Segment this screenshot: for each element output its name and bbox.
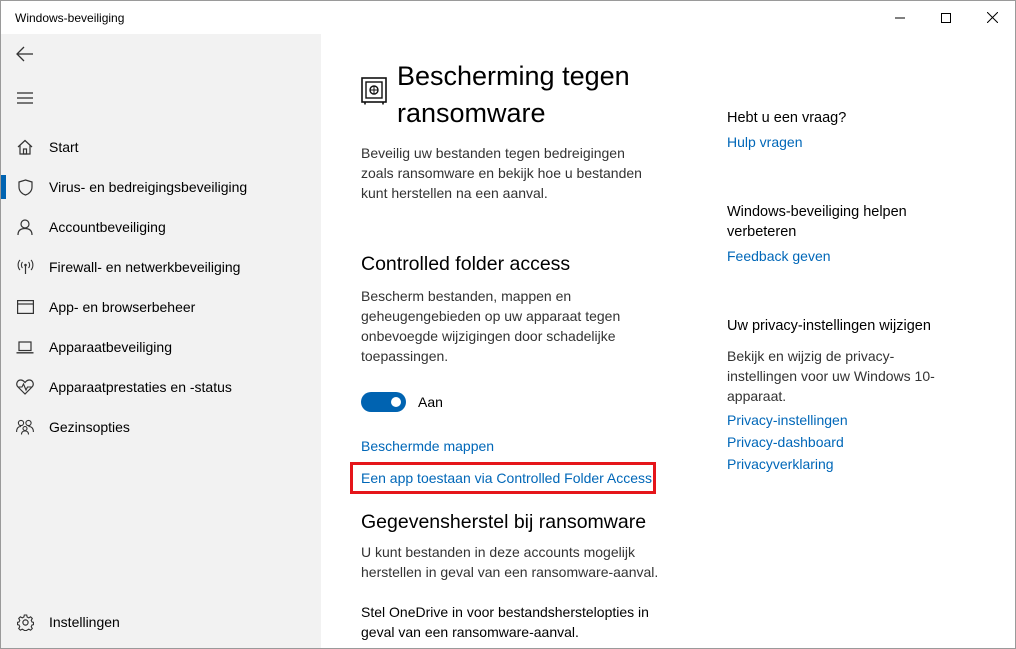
main-content: Bescherming tegen ransomware Beveilig uw… — [321, 34, 1015, 648]
feedback-heading-line: verbeteren — [727, 224, 797, 240]
recovery-description: U kunt bestanden in deze accounts mogeli… — [361, 542, 701, 582]
sidebar-item-device-performance[interactable]: Apparaatprestaties en -status — [1, 367, 321, 407]
sidebar-item-app-browser[interactable]: App- en browserbeheer — [1, 287, 321, 327]
sidebar-item-settings[interactable]: Instellingen — [1, 602, 321, 642]
maximize-button[interactable] — [923, 1, 969, 34]
page-title-line: Bescherming tegen — [397, 61, 630, 91]
laptop-icon — [1, 327, 49, 367]
privacy-section: Uw privacy-instellingen wijzigen Bekijk … — [727, 316, 987, 472]
privacy-settings-link[interactable]: Privacy-instellingen — [727, 412, 987, 428]
window-title: Windows-beveiliging — [15, 11, 125, 25]
person-icon — [1, 207, 49, 247]
minimize-icon — [895, 17, 905, 18]
intro-line: zoals ransomware en bekijk hoe u bestand… — [361, 165, 642, 181]
family-icon — [1, 407, 49, 447]
hamburger-icon — [17, 92, 33, 104]
maximize-icon — [941, 12, 951, 23]
sidebar-item-label: Accountbeveiliging — [49, 219, 166, 235]
menu-button[interactable] — [1, 78, 49, 118]
recovery-desc-line: U kunt bestanden in deze accounts mogeli… — [361, 544, 635, 560]
shield-icon — [1, 167, 49, 207]
sidebar: Start Virus- en bedreigingsbeveiliging A… — [1, 34, 321, 648]
app-window: Windows-beveiliging Start Virus- en bedr… — [0, 0, 1016, 649]
privacy-text-line: Bekijk en wijzig de privacy- — [727, 348, 895, 364]
sidebar-item-label: Instellingen — [49, 614, 120, 630]
gear-icon — [1, 602, 49, 642]
recovery-desc-line: herstellen in geval van een ransomware-a… — [361, 564, 659, 580]
antenna-icon — [1, 247, 49, 287]
privacy-text-line: apparaat. — [727, 388, 787, 404]
close-button[interactable] — [969, 1, 1015, 34]
cfa-heading: Controlled folder access — [361, 253, 571, 275]
help-heading: Hebt u een vraag? — [727, 110, 847, 126]
page-title: Bescherming tegen ransomware — [397, 58, 697, 132]
feedback-link[interactable]: Feedback geven — [727, 248, 987, 264]
privacy-heading: Uw privacy-instellingen wijzigen — [727, 318, 931, 334]
privacy-text-line: instellingen voor uw Windows 10- — [727, 368, 935, 384]
sidebar-item-label: Gezinsopties — [49, 419, 130, 435]
sidebar-item-label: Firewall- en netwerkbeveiliging — [49, 259, 241, 275]
sidebar-item-account-protection[interactable]: Accountbeveiliging — [1, 207, 321, 247]
intro-text: Beveilig uw bestanden tegen bedreigingen… — [361, 143, 681, 203]
intro-line: Beveilig uw bestanden tegen bedreigingen — [361, 145, 625, 161]
toggle-knob — [391, 397, 401, 407]
protected-folders-link[interactable]: Beschermde mappen — [361, 438, 494, 454]
sidebar-item-label: Start — [49, 139, 79, 155]
page-title-line: ransomware — [397, 98, 546, 128]
feedback-section: Windows-beveiliging helpen verbeteren Fe… — [727, 202, 987, 264]
onedrive-line: geval van een ransomware-aanval. — [361, 624, 579, 640]
heart-pulse-icon — [1, 367, 49, 407]
home-icon — [1, 127, 49, 167]
minimize-button[interactable] — [877, 1, 923, 34]
onedrive-line: Stel OneDrive in voor bestandsherstelopt… — [361, 604, 649, 620]
cfa-desc-line: Bescherm bestanden, mappen en — [361, 288, 572, 304]
sidebar-item-label: Apparaatprestaties en -status — [49, 379, 232, 395]
back-button[interactable] — [1, 34, 49, 74]
privacy-statement-link[interactable]: Privacyverklaring — [727, 456, 987, 472]
get-help-link[interactable]: Hulp vragen — [727, 134, 987, 150]
sidebar-item-family-options[interactable]: Gezinsopties — [1, 407, 321, 447]
cfa-description: Bescherm bestanden, mappen en geheugenge… — [361, 286, 681, 366]
cfa-desc-line: toepassingen. — [361, 348, 449, 364]
cfa-toggle-label: Aan — [418, 394, 443, 410]
sidebar-item-virus-protection[interactable]: Virus- en bedreigingsbeveiliging — [1, 167, 321, 207]
sidebar-item-firewall[interactable]: Firewall- en netwerkbeveiliging — [1, 247, 321, 287]
intro-line: kunt herstellen na een aanval. — [361, 185, 548, 201]
privacy-text: Bekijk en wijzig de privacy- instellinge… — [727, 346, 987, 406]
close-icon — [986, 12, 998, 23]
privacy-dashboard-link[interactable]: Privacy-dashboard — [727, 434, 987, 450]
sidebar-item-label: Apparaatbeveiliging — [49, 339, 172, 355]
title-bar: Windows-beveiliging — [1, 1, 1015, 34]
sidebar-item-label: Virus- en bedreigingsbeveiliging — [49, 179, 248, 195]
cfa-desc-line: onbevoegde wijzigingen door schadelijke — [361, 328, 616, 344]
sidebar-item-start[interactable]: Start — [1, 127, 321, 167]
cfa-toggle[interactable] — [361, 392, 406, 412]
help-section: Hebt u een vraag? Hulp vragen — [727, 108, 987, 150]
app-window-icon — [1, 287, 49, 327]
ransomware-vault-icon — [361, 77, 387, 105]
back-arrow-icon — [16, 46, 33, 62]
cfa-desc-line: geheugengebieden op uw apparaat tegen — [361, 308, 621, 324]
onedrive-text: Stel OneDrive in voor bestandsherstelopt… — [361, 602, 701, 642]
allow-app-link[interactable]: Een app toestaan via Controlled Folder A… — [361, 470, 652, 486]
sidebar-item-device-security[interactable]: Apparaatbeveiliging — [1, 327, 321, 367]
recovery-heading: Gegevensherstel bij ransomware — [361, 511, 647, 533]
sidebar-item-label: App- en browserbeheer — [49, 299, 196, 315]
feedback-heading-line: Windows-beveiliging helpen — [727, 204, 907, 220]
